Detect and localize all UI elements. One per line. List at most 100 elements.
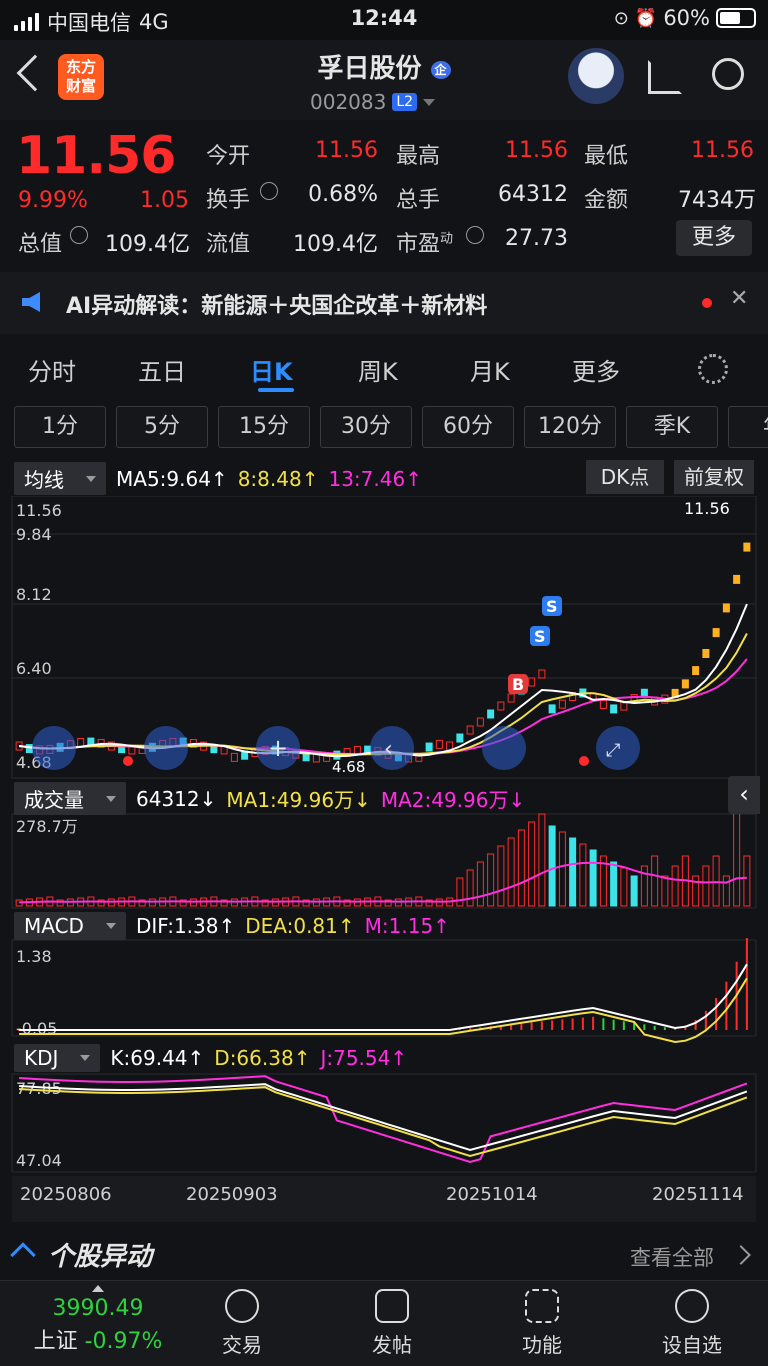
stock-move-title: 个股异动 (48, 1242, 153, 1272)
quote-panel: 11.56 9.99% 1.05 今开 11.56 最高 11.56 最低 11… (0, 120, 768, 270)
period-15min[interactable]: 15分 (218, 406, 310, 448)
more-button[interactable]: 更多 (676, 220, 752, 256)
volume-bar (456, 877, 464, 907)
macd-bar (551, 1020, 554, 1030)
adjust-button[interactable]: 前复权 (674, 460, 754, 494)
index-line: 上证 -0.97% (18, 1323, 178, 1355)
macd-y-top: 1.38 (16, 947, 52, 966)
candle (528, 677, 536, 687)
soe-badge: 企 (430, 61, 451, 79)
macd-bar (715, 998, 718, 1030)
high-value: 11.56 (505, 138, 568, 163)
candle (610, 704, 618, 714)
volume-bar (733, 805, 741, 907)
macd-frame (11, 939, 757, 1037)
last-price-tag: 11.56 (684, 499, 730, 518)
period-30min[interactable]: 30分 (320, 406, 412, 448)
info-icon[interactable] (70, 226, 88, 244)
candle (77, 738, 85, 748)
index-value: 3990.49 (52, 1296, 144, 1321)
period-buttons: 1分 5分 15分 30分 60分 120分 季K 年 (0, 406, 768, 450)
tab-more[interactable]: 更多 (572, 352, 620, 387)
scroll-right-button[interactable] (482, 726, 526, 770)
volume-bar (476, 861, 484, 907)
info-icon[interactable] (260, 182, 278, 200)
settings-gear-icon[interactable] (698, 354, 728, 384)
search-icon[interactable] (712, 58, 744, 90)
tab-intraday[interactable]: 分时 (28, 352, 76, 387)
dk-point-button[interactable]: DK点 (586, 460, 664, 494)
date-label: 20251014 (446, 1184, 538, 1205)
candle (743, 542, 751, 552)
macd-y-bottom: -0.05 (16, 1019, 57, 1038)
tab-five-day[interactable]: 五日 (138, 352, 186, 387)
ma-selector[interactable]: 均线 (14, 462, 106, 495)
volume-bar (507, 837, 515, 907)
period-quarter[interactable]: 季K (626, 406, 718, 448)
up-triangle-icon (92, 1285, 104, 1292)
period-60min[interactable]: 60分 (422, 406, 514, 448)
nav-add-watchlist[interactable]: 设自选 (632, 1289, 752, 1358)
m-value: M:1.15↑ (364, 914, 450, 938)
period-120min[interactable]: 120分 (524, 406, 616, 448)
candle (230, 752, 238, 762)
dif-line (19, 963, 748, 1031)
tab-monthly-k[interactable]: 月K (470, 352, 510, 387)
info-icon[interactable] (466, 226, 484, 244)
collapse-panel-button[interactable]: ‹ (728, 776, 760, 814)
chevron-right-icon (731, 1245, 751, 1265)
plus-icon: + (268, 734, 288, 762)
nav-post[interactable]: 发帖 (332, 1289, 452, 1358)
stock-move-section[interactable]: 个股异动 查看全部 (0, 1228, 768, 1278)
tab-daily-k[interactable]: 日K (250, 352, 293, 387)
stock-charts[interactable]: 11.56 9.84 8.12 6.40 4.68 11.56 4.68 B S… (0, 496, 768, 1226)
candle (435, 739, 443, 749)
bottom-bar: 3990.49 上证 -0.97% 交易 发帖 功能 设自选 (0, 1280, 768, 1366)
view-all-link[interactable]: 查看全部 (630, 1242, 714, 1272)
sell-marker-label: S (546, 597, 558, 616)
chevron-down-icon (423, 98, 436, 106)
stock-code-row[interactable]: 002083 L2 (310, 90, 436, 114)
volume-ma2: MA2:49.96万↓ (380, 788, 526, 812)
nav-add-watchlist-label: 设自选 (662, 1333, 722, 1357)
candle (425, 742, 433, 752)
candle (692, 666, 700, 676)
macd-bar (571, 1018, 574, 1030)
candle (25, 744, 33, 754)
period-5min[interactable]: 5分 (116, 406, 208, 448)
robot-avatar-icon[interactable] (568, 48, 624, 104)
volume-bar (671, 865, 679, 907)
candle (548, 704, 556, 714)
event-dot[interactable] (123, 756, 133, 766)
event-dot[interactable] (579, 756, 589, 766)
status-right: ⊙ ⏰ 60% (614, 6, 756, 30)
y-label-2: 9.84 (16, 525, 52, 544)
volume-bar (497, 845, 505, 907)
more-dots-icon (675, 1289, 709, 1323)
macd-selector[interactable]: MACD (14, 912, 126, 940)
index-ticker[interactable]: 3990.49 上证 -0.97% (18, 1285, 178, 1355)
kdj-selector[interactable]: KDJ (14, 1044, 101, 1072)
volume-value: 64312↓ (136, 786, 217, 811)
nav-functions[interactable]: 功能 (482, 1289, 602, 1358)
nav-trade[interactable]: 交易 (182, 1289, 302, 1358)
y-label-1: 11.56 (16, 501, 62, 520)
macd-bar (561, 1019, 564, 1030)
tab-active-indicator (258, 388, 294, 392)
volume-selector[interactable]: 成交量 (14, 782, 126, 815)
close-icon[interactable]: ✕ (730, 286, 748, 311)
period-1min[interactable]: 1分 (14, 406, 106, 448)
zoom-out-button[interactable] (144, 726, 188, 770)
candle (558, 699, 566, 709)
ai-banner[interactable]: AI异动解读：新能源＋央国企改革＋新材料 ✕ (0, 272, 768, 334)
scroll-start-button[interactable] (32, 726, 76, 770)
mktcap-value: 109.4亿 (105, 232, 190, 257)
macd-bar (612, 1019, 615, 1030)
volume-bar (702, 865, 710, 907)
kdj-indicator-row: KDJ K:69.44↑ D:66.38↑ J:75.54↑ (14, 1044, 407, 1072)
share-icon[interactable] (648, 60, 682, 94)
volume-label: 总手 (396, 188, 441, 213)
period-year[interactable]: 年 (728, 406, 768, 448)
tab-weekly-k[interactable]: 周K (358, 352, 398, 387)
candle (733, 574, 741, 584)
